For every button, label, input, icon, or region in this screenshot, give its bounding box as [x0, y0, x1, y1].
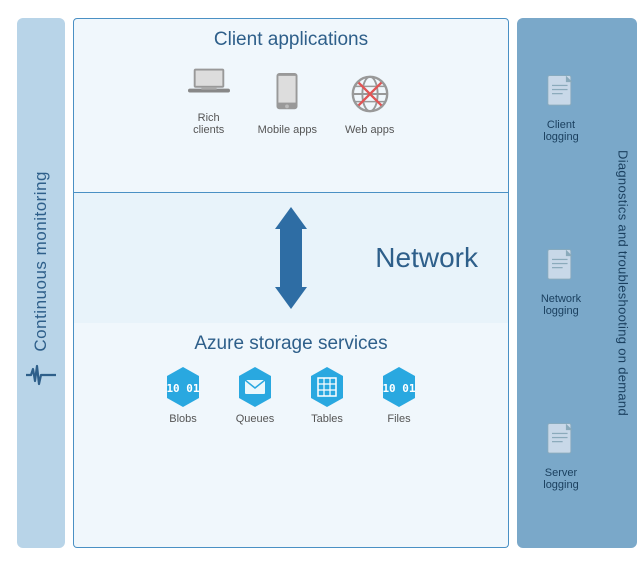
server-logging-icon — [543, 422, 579, 463]
diagnostics-label: Diagnostics and troubleshooting on deman… — [616, 150, 631, 416]
network-logging-icon — [543, 248, 579, 289]
diagram-wrapper: Continuous monitoring Client application… — [7, 8, 637, 558]
tables-icon-item: Tables — [305, 365, 349, 425]
web-apps-icon-item: Web apps — [345, 73, 394, 136]
files-label: Files — [387, 413, 410, 425]
right-label-container: Diagnostics and troubleshooting on deman… — [609, 18, 637, 548]
arrow-head-up — [275, 207, 307, 229]
heart-icon — [26, 362, 56, 394]
client-logging-label: Clientlogging — [543, 119, 578, 143]
storage-tier-title: Azure storage services — [74, 323, 508, 361]
client-logging-item: Clientlogging — [543, 74, 579, 143]
network-tier-title: Network — [375, 242, 478, 274]
rich-clients-icon-item: Richclients — [188, 61, 230, 136]
right-panel-items: Clientlogging Networklogging — [523, 28, 621, 538]
storage-tier: Azure storage services 10 01 Blobs — [73, 323, 509, 548]
double-arrow — [275, 207, 307, 309]
rich-clients-label: Richclients — [193, 112, 224, 136]
mobile-icon — [266, 73, 308, 120]
queues-icon — [233, 365, 277, 409]
server-logging-item: Serverlogging — [543, 422, 579, 491]
blobs-icon: 10 01 — [161, 365, 205, 409]
storage-tier-icons: 10 01 Blobs Queues — [74, 361, 508, 435]
client-tier: Client applications Richclients — [73, 18, 509, 193]
client-tier-title: Client applications — [74, 19, 508, 57]
web-apps-label: Web apps — [345, 124, 394, 136]
client-tier-icons: Richclients Mobile apps — [74, 57, 508, 146]
tables-label: Tables — [311, 413, 343, 425]
arrow-head-down — [275, 287, 307, 309]
client-logging-icon — [543, 74, 579, 115]
blobs-icon-item: 10 01 Blobs — [161, 365, 205, 425]
server-logging-label: Serverlogging — [543, 467, 578, 491]
arrow-shaft — [280, 229, 302, 287]
svg-text:10 01: 10 01 — [166, 382, 199, 395]
queues-icon-item: Queues — [233, 365, 277, 425]
laptop-icon — [188, 61, 230, 108]
continuous-monitoring-label: Continuous monitoring — [31, 171, 51, 352]
mobile-apps-label: Mobile apps — [258, 124, 317, 136]
svg-text:10 01: 10 01 — [382, 382, 415, 395]
tables-icon — [305, 365, 349, 409]
queues-label: Queues — [236, 413, 275, 425]
network-logging-item: Networklogging — [541, 248, 581, 317]
globe-icon — [349, 73, 391, 120]
blobs-label: Blobs — [169, 413, 197, 425]
network-logging-label: Networklogging — [541, 293, 581, 317]
right-panel: Clientlogging Networklogging — [517, 18, 627, 548]
network-tier: Network — [73, 193, 509, 323]
mobile-apps-icon-item: Mobile apps — [258, 73, 317, 136]
files-icon: 10 01 — [377, 365, 421, 409]
center-area: Client applications Richclients — [73, 18, 509, 548]
left-panel: Continuous monitoring — [17, 18, 65, 548]
files-icon-item: 10 01 Files — [377, 365, 421, 425]
